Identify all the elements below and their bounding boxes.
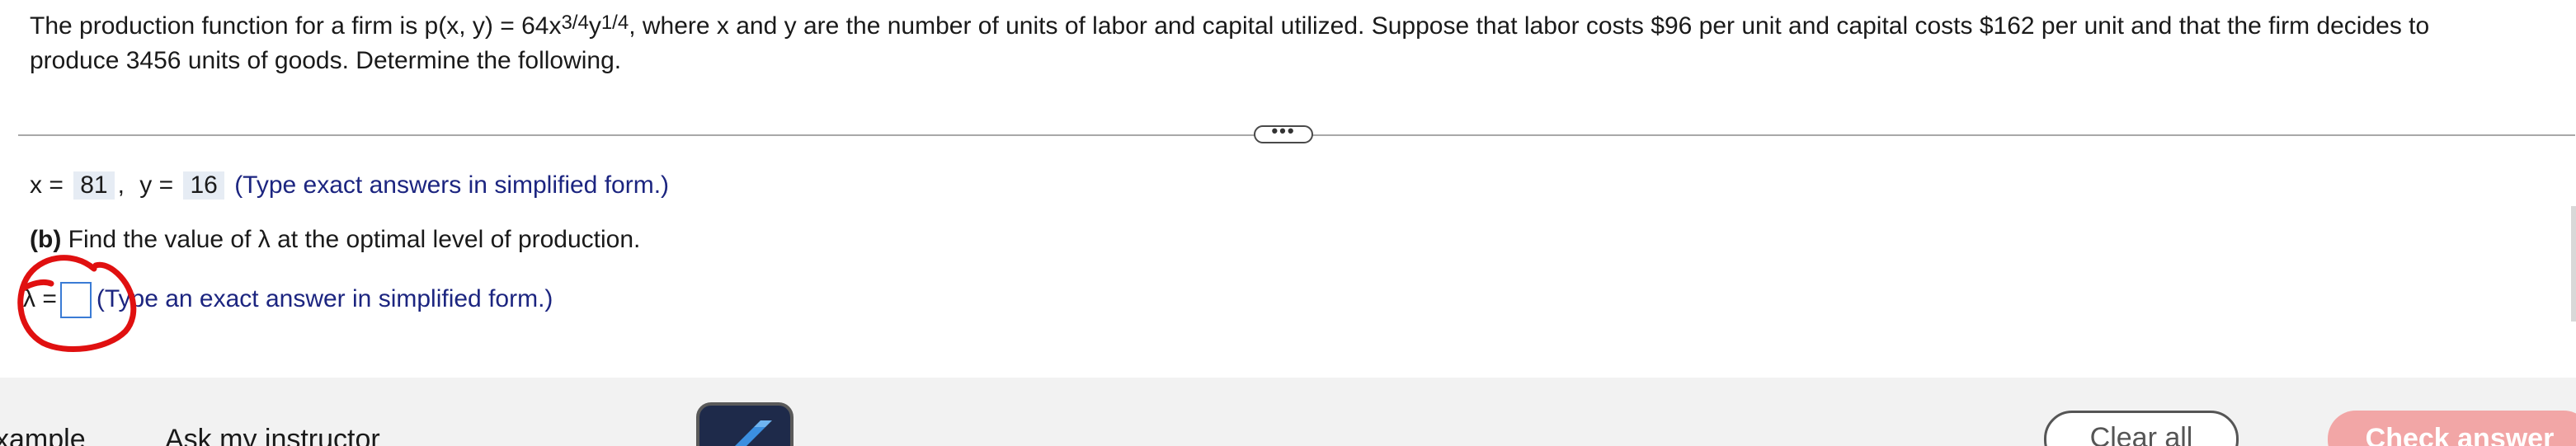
ask-instructor-link[interactable]: Ask my instructor [165, 424, 380, 446]
part-b-text: Find the value of λ at the optimal level… [61, 226, 641, 253]
x-answer-value[interactable]: 81 [73, 171, 115, 200]
exponent-x: 3/4 [561, 12, 589, 34]
clear-all-button[interactable]: Clear all [2044, 411, 2239, 446]
expand-question-button[interactable]: ••• [1254, 122, 1313, 143]
question-line-1-suffix: , where x and y are the number of units … [629, 12, 2430, 40]
page: The production function for a firm is p(… [0, 0, 2576, 446]
variable-y: y [588, 12, 601, 40]
question-line-1: The production function for a firm is p(… [30, 10, 2570, 45]
y-label: y = [139, 171, 174, 199]
check-answer-button[interactable]: Check answer [2328, 411, 2576, 446]
question-text: The production function for a firm is p(… [30, 10, 2570, 77]
lambda-hint-text: (Type an exact answer in simplified form… [96, 284, 553, 312]
lambda-answer-input[interactable] [59, 282, 92, 318]
part-b-label: (b) [30, 226, 62, 253]
lambda-label: λ = [23, 284, 57, 312]
y-answer-value[interactable]: 16 [183, 171, 224, 200]
exponent-y: 1/4 [600, 12, 629, 34]
answer-row-lambda: λ = (Type an exact answer in simplified f… [23, 282, 553, 318]
part-b-prompt: (b) Find the value of λ at the optimal l… [30, 226, 640, 254]
pencil-icon [735, 420, 772, 446]
comma-separator: , [117, 171, 125, 199]
xy-hint-text: (Type exact answers in simplified form.) [234, 171, 670, 199]
question-line-1-prefix: The production function for a firm is p(… [30, 12, 562, 40]
footer-bar: xample Ask my instructor Clear all Check… [0, 378, 2576, 446]
tool-button[interactable] [696, 402, 794, 446]
question-line-2: produce 3456 units of goods. Determine t… [30, 47, 622, 74]
x-label: x = [30, 171, 64, 199]
answer-row-xy: x = 81, y = 16 (Type exact answers in si… [30, 171, 669, 200]
scrollbar[interactable] [2571, 206, 2576, 322]
view-example-link[interactable]: xample [0, 424, 86, 446]
